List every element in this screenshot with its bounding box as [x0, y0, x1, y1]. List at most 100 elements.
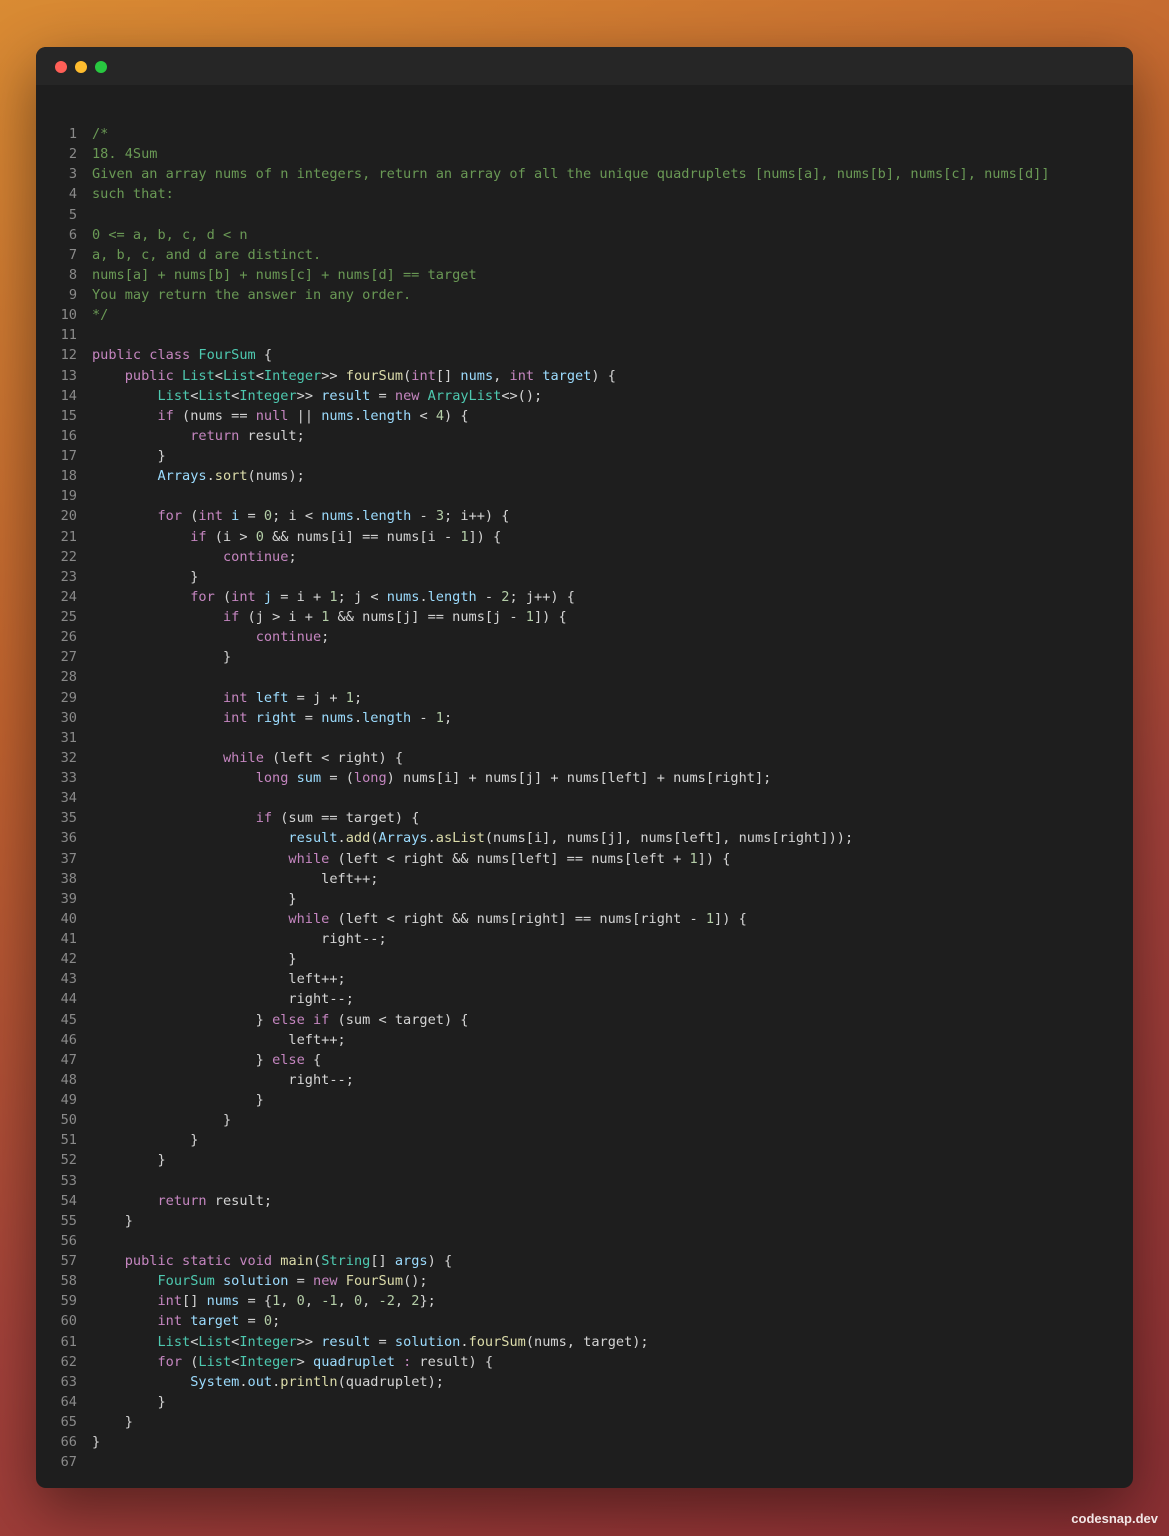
- code-text: int[] nums = {1, 0, -1, 0, -2, 2};: [92, 1291, 435, 1311]
- code-token: j: [263, 588, 273, 605]
- code-line: 52 }: [36, 1150, 1133, 1170]
- close-window-button[interactable]: [55, 61, 67, 73]
- code-token: nums: [386, 588, 420, 605]
- line-number: 35: [60, 810, 77, 827]
- code-token: 3: [435, 508, 445, 525]
- code-line: 46 left++;: [36, 1030, 1133, 1050]
- code-token: List: [157, 1333, 191, 1350]
- code-token: = {: [239, 1293, 273, 1310]
- code-token: =: [239, 508, 264, 525]
- code-token: static: [182, 1253, 240, 1269]
- code-token: (left < right && nums[right] == nums[rig…: [337, 910, 706, 927]
- line-number: 7: [68, 246, 77, 263]
- code-line: 47 } else {: [36, 1050, 1133, 1070]
- code-token: quadruplet: [313, 1353, 395, 1370]
- line-number: 36: [60, 830, 77, 847]
- code-text: return result;: [92, 1191, 272, 1211]
- code-token: fourSum: [345, 367, 404, 384]
- code-token: target: [542, 367, 592, 384]
- code-token: ]) {: [697, 850, 731, 867]
- code-token: return: [157, 1192, 215, 1209]
- code-token: ]) {: [714, 910, 747, 927]
- code-token: ]) {: [533, 609, 567, 625]
- code-line: 34: [36, 788, 1133, 808]
- code-token: ,: [304, 1293, 322, 1310]
- code-line: 13 public List<List<Integer>> fourSum(in…: [36, 366, 1133, 386]
- code-token: 0: [263, 508, 273, 525]
- code-line: 9 You may return the answer in any order.: [36, 285, 1133, 305]
- code-text: such that:: [92, 184, 174, 204]
- code-token: && nums[i] == nums[i -: [263, 528, 461, 545]
- code-text: }: [92, 1090, 264, 1110]
- code-token: continue: [222, 548, 289, 565]
- code-text: }: [92, 567, 198, 587]
- code-text: }: [92, 1392, 165, 1412]
- line-number: 27: [60, 649, 77, 666]
- code-token: Integer: [239, 387, 297, 404]
- code-token: ;: [288, 548, 297, 565]
- code-token: List: [182, 367, 215, 384]
- code-token: result: [321, 387, 371, 404]
- code-text: Given an array nums of n integers, retur…: [92, 164, 1050, 184]
- code-token: List: [157, 387, 191, 404]
- code-token: }: [92, 1152, 166, 1169]
- line-number: 39: [60, 890, 77, 907]
- line-number: 56: [60, 1232, 77, 1249]
- code-token: (i >: [214, 528, 256, 545]
- code-line: 65 }: [36, 1412, 1133, 1432]
- code-text: }: [92, 1150, 166, 1170]
- code-text: int target = 0;: [92, 1311, 280, 1331]
- code-text: }: [92, 647, 231, 667]
- code-token: for: [157, 508, 191, 525]
- line-number: 6: [68, 226, 77, 243]
- code-token: if: [190, 528, 215, 545]
- code-token: List: [198, 1353, 232, 1370]
- code-token: =: [296, 709, 322, 726]
- code-token: (sum < target) {: [337, 1011, 469, 1028]
- code-token: (nums ==: [182, 407, 256, 424]
- line-number: 53: [60, 1172, 77, 1189]
- code-line: 32 while (left < right) {: [36, 748, 1133, 768]
- code-token: 0: [353, 1293, 363, 1310]
- watermark-label: codesnap.dev: [1071, 1511, 1158, 1526]
- code-line: 43 left++;: [36, 969, 1133, 989]
- code-text: while (left < right && nums[left] == num…: [92, 849, 730, 869]
- maximize-window-button[interactable]: [95, 61, 107, 73]
- code-token: []: [370, 1253, 395, 1269]
- code-text: result.add(Arrays.asList(nums[i], nums[j…: [92, 828, 853, 848]
- code-token: List: [222, 367, 256, 384]
- code-token: for: [190, 588, 223, 605]
- code-token: .: [239, 1373, 248, 1390]
- code-token: while: [288, 910, 338, 927]
- code-token: =: [370, 1333, 395, 1350]
- minimize-window-button[interactable]: [75, 61, 87, 73]
- code-line: 16 return result;: [36, 426, 1133, 446]
- code-editor[interactable]: 1 /* 2 18. 4Sum 3 Given an array nums of n in…: [36, 124, 1133, 1472]
- code-text: while (left < right && nums[right] == nu…: [92, 909, 747, 929]
- code-token: You may return the answer in any order.: [92, 287, 412, 303]
- code-line: 24 for (int j = i + 1; j < nums.length -…: [36, 587, 1133, 607]
- code-token: if: [222, 609, 248, 625]
- line-number: 11: [60, 327, 77, 344]
- code-token: println: [280, 1373, 338, 1390]
- code-token: {: [304, 1051, 322, 1068]
- line-number: 38: [60, 870, 77, 887]
- code-token: ) {: [444, 407, 469, 424]
- code-token: 1: [705, 910, 715, 927]
- code-token: (nums, target);: [525, 1333, 649, 1350]
- line-number: 28: [60, 669, 77, 686]
- code-token: Given an array nums of n integers, retur…: [92, 166, 1050, 183]
- line-number: 16: [60, 427, 77, 444]
- code-token: asList: [435, 830, 485, 847]
